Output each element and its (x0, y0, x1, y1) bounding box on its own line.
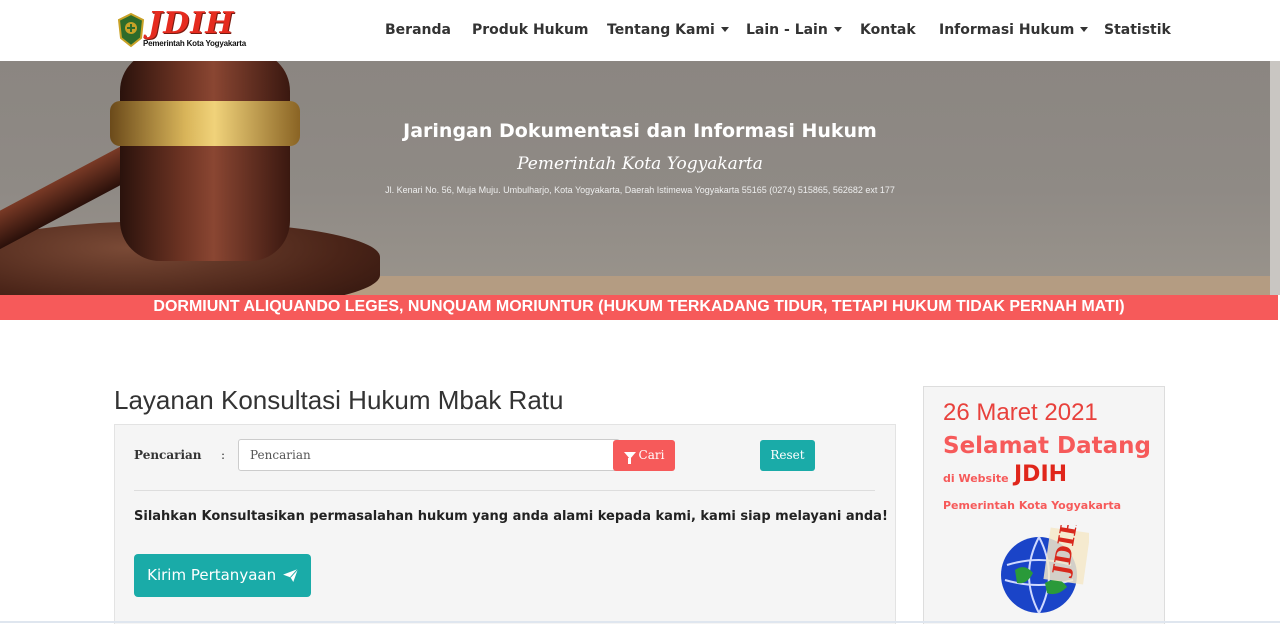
caret-down-icon (833, 27, 842, 32)
search-input[interactable]: Pencarian (238, 439, 620, 471)
search-label: Pencarian (134, 448, 202, 462)
nav-lain-lain[interactable]: Lain - Lain (746, 22, 842, 38)
current-date: 26 Maret 2021 (943, 399, 1098, 426)
logo-subtitle: Pemerintah Kota Yogyakarta (143, 39, 246, 48)
search-button[interactable]: Cari (613, 440, 675, 471)
nav-kontak[interactable]: Kontak (860, 22, 916, 38)
send-question-button[interactable]: Kirim Pertanyaan (134, 554, 311, 597)
caret-down-icon (720, 27, 729, 32)
hero-subtitle: Pemerintah Kota Yogyakarta (517, 154, 763, 174)
caret-down-icon (1080, 27, 1089, 32)
website-prefix: di Website (943, 472, 1009, 485)
welcome-widget: 26 Maret 2021 Selamat Datang di Website … (923, 386, 1165, 624)
nav-tentang-kami[interactable]: Tentang Kami (607, 22, 729, 38)
filter-icon (623, 452, 636, 464)
hero-title: Jaringan Dokumentasi dan Informasi Hukum (403, 120, 877, 142)
coat-of-arms-icon (117, 12, 145, 48)
divider (134, 490, 875, 491)
reset-button[interactable]: Reset (760, 440, 815, 471)
paper-plane-icon (282, 569, 298, 582)
website-name: JDIH (1014, 462, 1068, 487)
motto-banner: DORMIUNT ALIQUANDO LEGES, NUNQUAM MORIUN… (0, 295, 1278, 320)
nav-informasi-hukum[interactable]: Informasi Hukum (939, 22, 1089, 38)
hero-address: Jl. Kenari No. 56, Muja Muju. Umbulharjo… (385, 185, 895, 195)
page-title: Layanan Konsultasi Hukum Mbak Ratu (114, 385, 564, 415)
search-label-colon: : (221, 448, 226, 462)
nav-statistik[interactable]: Statistik (1104, 22, 1171, 38)
nav-beranda[interactable]: Beranda (385, 22, 451, 38)
hero-scroll-edge (1270, 61, 1280, 295)
navbar: JDIH Pemerintah Kota Yogyakarta Beranda … (0, 0, 1280, 61)
site-logo[interactable]: JDIH Pemerintah Kota Yogyakarta (116, 6, 256, 52)
nav-produk-hukum[interactable]: Produk Hukum (472, 22, 589, 38)
globe-logo-icon: JDIH (1001, 525, 1089, 614)
welcome-text: Selamat Datang (943, 433, 1152, 459)
government-name: Pemerintah Kota Yogyakarta (943, 499, 1122, 512)
hero-banner: Jaringan Dokumentasi dan Informasi Hukum… (0, 61, 1280, 295)
logo-text: JDIH (148, 6, 235, 41)
consultation-notice: Silahkan Konsultasikan permasalahan huku… (134, 509, 888, 524)
consultation-panel: Pencarian : Pencarian Cari Reset Silahka… (114, 424, 896, 624)
